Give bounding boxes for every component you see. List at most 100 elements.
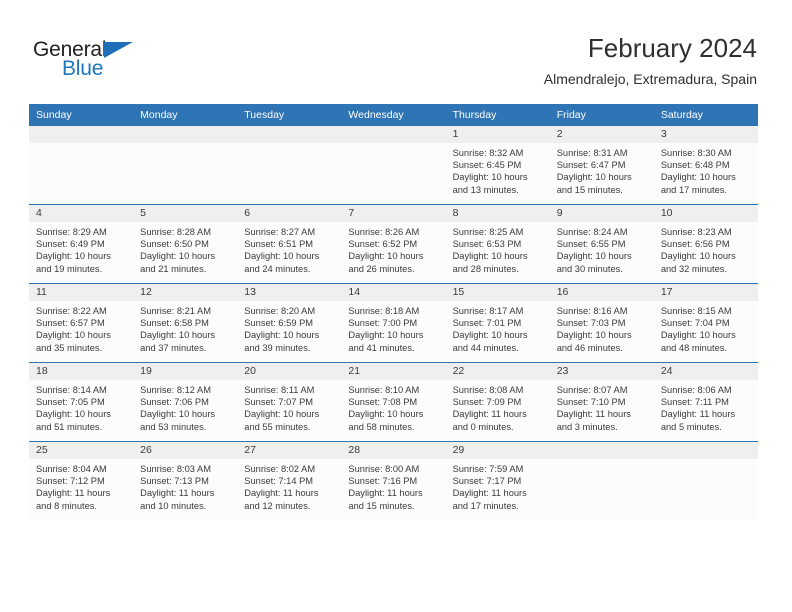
calendar-day-cell[interactable]: 5 Sunrise: 8:28 AM Sunset: 6:50 PM Daylight…	[133, 204, 238, 284]
calendar-day-cell[interactable]: 14 Sunrise: 8:18 AM Sunset: 7:00 PM Dayligh…	[341, 283, 446, 363]
calendar-day-cell[interactable]: 29 Sunrise: 7:59 AM Sunset: 7:17 PM Dayligh…	[445, 441, 550, 520]
calendar-day-cell[interactable]: 8 Sunrise: 8:25 AM Sunset: 6:53 PM Daylight…	[445, 204, 550, 284]
calendar-day-cell[interactable]: 4 Sunrise: 8:29 AM Sunset: 6:49 PM Daylight…	[29, 204, 134, 284]
day-details: Sunrise: 8:17 AM Sunset: 7:01 PM Daylight:…	[446, 301, 550, 354]
sunset-text: Sunset: 6:50 PM	[140, 239, 209, 250]
calendar-day-cell[interactable]: 27 Sunrise: 8:02 AM Sunset: 7:14 PM Dayligh…	[237, 441, 342, 520]
day-number: 3	[653, 126, 758, 143]
day-details: Sunrise: 8:06 AM Sunset: 7:11 PM Daylight:…	[654, 380, 758, 433]
calendar-day-cell[interactable]: 6 Sunrise: 8:27 AM Sunset: 6:51 PM Daylight…	[237, 204, 342, 284]
sunset-text: Sunset: 7:11 PM	[660, 397, 729, 408]
calendar-day-cell[interactable]: 12 Sunrise: 8:21 AM Sunset: 6:58 PM Dayligh…	[133, 283, 238, 363]
day-number: 20	[237, 363, 342, 380]
sunrise-text: Sunrise: 8:20 AM	[244, 306, 316, 316]
calendar-day-cell[interactable]: 15 Sunrise: 8:17 AM Sunset: 7:01 PM Dayligh…	[445, 283, 550, 363]
day-number	[29, 126, 134, 143]
calendar-day-cell[interactable]: 22 Sunrise: 8:08 AM Sunset: 7:09 PM Dayligh…	[445, 362, 550, 442]
weekday-header-thursday: Thursday	[445, 104, 550, 126]
day-number: 24	[653, 363, 758, 380]
sunset-text: Sunset: 7:12 PM	[36, 476, 105, 487]
sunrise-text: Sunrise: 8:28 AM	[140, 227, 211, 237]
calendar-day-cell[interactable]: 9 Sunrise: 8:24 AM Sunset: 6:55 PM Daylight…	[549, 204, 654, 284]
sunset-text: Sunset: 6:51 PM	[244, 239, 314, 250]
day-number: 28	[341, 442, 446, 459]
calendar-day-cell[interactable]: 16 Sunrise: 8:16 AM Sunset: 7:03 PM Dayligh…	[549, 283, 654, 363]
sunset-text: Sunset: 7:05 PM	[36, 397, 105, 408]
calendar-week-row: 1 Sunrise: 8:32 AM Sunset: 6:45 PM Daylight…	[29, 126, 758, 205]
daylight-text: Daylight: 10 hours and 30 minutes.	[556, 251, 632, 274]
calendar-day-cell[interactable]: 19 Sunrise: 8:12 AM Sunset: 7:06 PM Dayligh…	[133, 362, 238, 442]
sunrise-text: Sunrise: 8:17 AM	[452, 306, 524, 316]
day-number: 4	[29, 205, 134, 222]
daylight-text: Daylight: 10 hours and 48 minutes.	[660, 330, 736, 353]
general-blue-logo[interactable]: General Blue	[33, 38, 213, 84]
day-details: Sunrise: 8:20 AM Sunset: 6:59 PM Daylight:…	[237, 301, 341, 354]
calendar-day-cell[interactable]: 24 Sunrise: 8:06 AM Sunset: 7:11 PM Dayligh…	[653, 362, 758, 442]
day-number: 7	[341, 205, 446, 222]
day-details: Sunrise: 8:15 AM Sunset: 7:04 PM Daylight:…	[654, 301, 758, 354]
calendar-day-cell[interactable]: 28 Sunrise: 8:00 AM Sunset: 7:16 PM Dayligh…	[341, 441, 446, 520]
weekday-header-tuesday: Tuesday	[237, 104, 342, 126]
sunrise-text: Sunrise: 8:06 AM	[660, 385, 732, 395]
sunrise-text: Sunrise: 8:31 AM	[556, 148, 628, 158]
daylight-text: Daylight: 10 hours and 15 minutes.	[556, 172, 632, 195]
day-number	[653, 442, 758, 459]
calendar-day-cell[interactable]: 18 Sunrise: 8:14 AM Sunset: 7:05 PM Dayligh…	[29, 362, 134, 442]
day-details: Sunrise: 8:12 AM Sunset: 7:06 PM Daylight:…	[133, 380, 237, 433]
calendar-day-cell[interactable]: 10 Sunrise: 8:23 AM Sunset: 6:56 PM Dayligh…	[653, 204, 758, 284]
calendar-day-cell[interactable]: 3 Sunrise: 8:30 AM Sunset: 6:48 PM Daylight…	[653, 126, 758, 205]
weekday-header-wednesday: Wednesday	[341, 104, 446, 126]
daylight-text: Daylight: 10 hours and 19 minutes.	[36, 251, 111, 274]
day-details: Sunrise: 8:21 AM Sunset: 6:58 PM Daylight:…	[133, 301, 237, 354]
calendar-day-cell[interactable]: 23 Sunrise: 8:07 AM Sunset: 7:10 PM Dayligh…	[549, 362, 654, 442]
daylight-text: Daylight: 11 hours and 12 minutes.	[244, 488, 319, 511]
day-number: 22	[445, 363, 550, 380]
day-number: 23	[549, 363, 654, 380]
calendar-table: Sunday Monday Tuesday Wednesday Thursday…	[29, 104, 758, 520]
sunrise-text: Sunrise: 8:07 AM	[556, 385, 628, 395]
title-block: February 2024 Almendralejo, Extremadura,…	[544, 32, 757, 88]
sunrise-text: Sunrise: 8:03 AM	[140, 464, 211, 474]
day-number: 17	[653, 284, 758, 301]
day-number: 21	[341, 363, 446, 380]
sunrise-text: Sunrise: 8:11 AM	[244, 385, 315, 395]
calendar-day-cell[interactable]: 11 Sunrise: 8:22 AM Sunset: 6:57 PM Dayligh…	[29, 283, 134, 363]
weekday-header-saturday: Saturday	[653, 104, 758, 126]
calendar-day-cell[interactable]: 1 Sunrise: 8:32 AM Sunset: 6:45 PM Daylight…	[445, 126, 550, 205]
calendar-day-cell[interactable]: 25 Sunrise: 8:04 AM Sunset: 7:12 PM Dayligh…	[29, 441, 134, 520]
sunset-text: Sunset: 7:06 PM	[140, 397, 209, 408]
weekday-header-monday: Monday	[133, 104, 238, 126]
daylight-text: Daylight: 11 hours and 10 minutes.	[140, 488, 215, 511]
day-details: Sunrise: 8:25 AM Sunset: 6:53 PM Daylight:…	[446, 222, 550, 275]
sunrise-text: Sunrise: 8:25 AM	[452, 227, 524, 237]
day-details: Sunrise: 7:59 AM Sunset: 7:17 PM Daylight:…	[446, 459, 550, 512]
sunrise-text: Sunrise: 8:24 AM	[556, 227, 628, 237]
day-number	[133, 126, 238, 143]
daylight-text: Daylight: 10 hours and 24 minutes.	[244, 251, 320, 274]
calendar-day-cell[interactable]: 13 Sunrise: 8:20 AM Sunset: 6:59 PM Dayligh…	[237, 283, 342, 363]
sunrise-text: Sunrise: 8:12 AM	[140, 385, 211, 395]
calendar-day-cell[interactable]: 21 Sunrise: 8:10 AM Sunset: 7:08 PM Dayligh…	[341, 362, 446, 442]
sunset-text: Sunset: 6:49 PM	[36, 239, 105, 250]
daylight-text: Daylight: 11 hours and 17 minutes.	[452, 488, 527, 511]
calendar-day-cell-empty	[341, 126, 446, 205]
sunset-text: Sunset: 7:09 PM	[452, 397, 522, 408]
calendar-day-cell[interactable]: 26 Sunrise: 8:03 AM Sunset: 7:13 PM Dayligh…	[133, 441, 238, 520]
day-details: Sunrise: 8:03 AM Sunset: 7:13 PM Daylight:…	[133, 459, 237, 512]
day-details: Sunrise: 8:26 AM Sunset: 6:52 PM Daylight:…	[341, 222, 445, 275]
day-number: 11	[29, 284, 134, 301]
calendar-day-cell[interactable]: 7 Sunrise: 8:26 AM Sunset: 6:52 PM Daylight…	[341, 204, 446, 284]
calendar-body: 1 Sunrise: 8:32 AM Sunset: 6:45 PM Daylight…	[29, 126, 758, 520]
sunrise-text: Sunrise: 7:59 AM	[452, 464, 524, 474]
calendar-day-cell-empty	[653, 441, 758, 520]
day-details: Sunrise: 8:22 AM Sunset: 6:57 PM Daylight:…	[29, 301, 133, 354]
calendar-day-cell[interactable]: 17 Sunrise: 8:15 AM Sunset: 7:04 PM Dayligh…	[653, 283, 758, 363]
daylight-text: Daylight: 11 hours and 5 minutes.	[660, 409, 736, 432]
day-details: Sunrise: 8:27 AM Sunset: 6:51 PM Daylight:…	[237, 222, 341, 275]
sunrise-text: Sunrise: 8:22 AM	[36, 306, 107, 316]
calendar-day-cell[interactable]: 2 Sunrise: 8:31 AM Sunset: 6:47 PM Daylight…	[549, 126, 654, 205]
sunset-text: Sunset: 6:53 PM	[452, 239, 522, 250]
day-details: Sunrise: 8:32 AM Sunset: 6:45 PM Daylight:…	[446, 143, 550, 196]
calendar-day-cell[interactable]: 20 Sunrise: 8:11 AM Sunset: 7:07 PM Dayligh…	[237, 362, 342, 442]
daylight-text: Daylight: 10 hours and 53 minutes.	[140, 409, 216, 432]
